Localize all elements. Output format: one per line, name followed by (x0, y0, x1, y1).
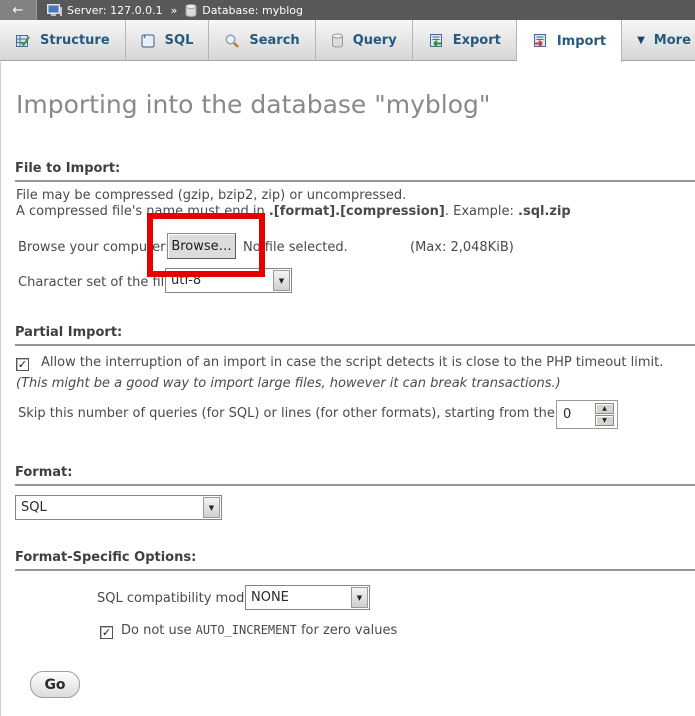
tab-sql[interactable]: SQL (126, 20, 210, 61)
phpmyadmin-import-page: ← Server: 127.0.0.1 » Database: myblog S… (0, 0, 695, 716)
chevron-down-icon: ▼ (637, 35, 645, 46)
query-icon (331, 33, 344, 48)
tab-import-label: Import (557, 34, 606, 49)
tab-query[interactable]: Query (316, 20, 413, 61)
search-icon (224, 33, 240, 49)
sql-compatibility-label: SQL compatibility mode: (97, 591, 257, 606)
database-icon (185, 4, 197, 17)
tab-search[interactable]: Search (209, 20, 315, 61)
breadcrumb-server-link[interactable]: Server: 127.0.0.1 (67, 4, 163, 17)
file-section-heading: File to Import: (15, 161, 695, 182)
frame-border (0, 62, 1, 716)
back-arrow-icon: ← (13, 3, 24, 18)
sql-compatibility-value: NONE (246, 590, 351, 605)
server-icon (47, 4, 62, 17)
stepper-down-icon[interactable]: ▼ (595, 415, 614, 426)
skip-queries-value[interactable]: 0 (557, 407, 595, 422)
page-title: Importing into the database "myblog" (16, 90, 490, 119)
tab-import[interactable]: Import (517, 20, 622, 62)
allow-interrupt-checkbox[interactable]: ✓ (16, 358, 29, 371)
zero-values-prefix: Do not use (121, 623, 196, 638)
format-select[interactable]: SQL ▼ (15, 495, 222, 520)
max-size-label: (Max: 2,048KiB) (410, 240, 514, 255)
charset-label: Character set of the file: (18, 275, 177, 290)
import-icon (532, 33, 548, 49)
tab-sql-label: SQL (165, 33, 194, 48)
tab-more-label: More (654, 33, 691, 48)
filename-example: .sql.zip (518, 204, 571, 219)
go-button[interactable]: Go (30, 671, 80, 698)
format-section-heading: Format: (15, 465, 695, 486)
export-icon (428, 33, 444, 49)
sql-icon (141, 33, 156, 49)
dropdown-arrow-icon[interactable]: ▼ (203, 497, 220, 518)
skip-queries-label: Skip this number of queries (for SQL) or… (18, 406, 617, 421)
dropdown-arrow-icon[interactable]: ▼ (351, 587, 368, 608)
tab-search-label: Search (249, 33, 299, 48)
auto-increment-code: AUTO_INCREMENT (196, 623, 297, 637)
zero-values-suffix: for zero values (297, 623, 397, 638)
partial-import-option: ✓ Allow the interruption of an import in … (16, 352, 682, 394)
allow-interrupt-label: Allow the interruption of an import in c… (41, 355, 663, 370)
back-button[interactable]: ← (0, 0, 37, 20)
skip-queries-stepper[interactable]: 0 ▲ ▼ (556, 400, 618, 429)
filename-info-mid: . Example: (445, 204, 518, 219)
structure-icon (15, 33, 31, 49)
zero-values-option: ✓ Do not use AUTO_INCREMENT for zero valu… (100, 623, 397, 639)
filename-format-pattern: .[format].[compression] (269, 204, 445, 219)
allow-interrupt-note: (This might be a good way to import larg… (16, 376, 561, 391)
stepper-up-icon[interactable]: ▲ (595, 403, 614, 414)
format-selected-value: SQL (16, 500, 203, 515)
tab-structure-label: Structure (40, 33, 110, 48)
filename-info-line: A compressed file's name must end in .[f… (16, 204, 571, 219)
dropdown-arrow-icon[interactable]: ▼ (273, 270, 290, 291)
breadcrumb-separator: » (171, 4, 178, 17)
breadcrumb-database-link[interactable]: Database: myblog (202, 4, 303, 17)
breadcrumb: Server: 127.0.0.1 » Database: myblog (47, 4, 303, 17)
options-section-heading: Format-Specific Options: (15, 550, 695, 571)
tab-query-label: Query (353, 33, 397, 48)
tab-structure[interactable]: Structure (0, 20, 126, 61)
tab-export-label: Export (453, 33, 501, 48)
tab-export[interactable]: Export (413, 20, 517, 61)
compression-info-line: File may be compressed (gzip, bzip2, zip… (16, 188, 406, 203)
tab-more[interactable]: ▼ More (622, 20, 695, 61)
breadcrumb-bar: ← Server: 127.0.0.1 » Database: myblog (0, 0, 695, 20)
sql-compatibility-select[interactable]: NONE ▼ (245, 585, 370, 610)
stepper-buttons: ▲ ▼ (595, 403, 614, 426)
tab-bar: Structure SQL Search Query Export (0, 20, 695, 61)
highlight-box (147, 213, 265, 277)
partial-section-heading: Partial Import: (15, 325, 695, 346)
auto-increment-checkbox[interactable]: ✓ (100, 626, 113, 639)
